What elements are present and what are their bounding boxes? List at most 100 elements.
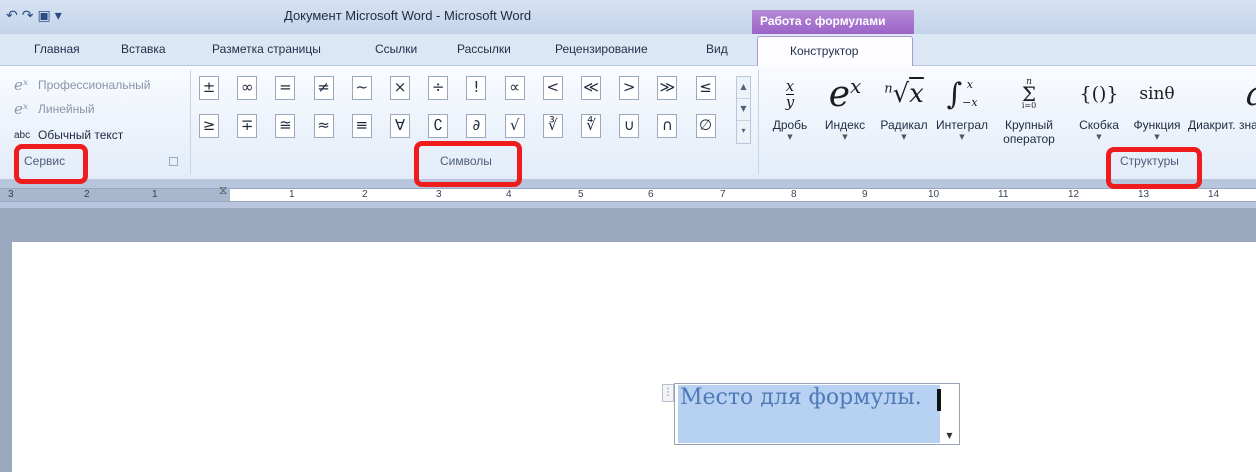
script-button[interactable]: ex Индекс ▼: [814, 72, 876, 142]
normal-text-button[interactable]: abc Обычный текст: [14, 128, 123, 142]
save-icon[interactable]: ▣: [37, 8, 50, 24]
symbol-button[interactable]: ∀: [390, 114, 410, 138]
symbol-button[interactable]: <: [542, 76, 563, 100]
equation-options-arrow-icon[interactable]: ▼: [941, 429, 958, 443]
symbol-button[interactable]: ≪: [581, 76, 601, 100]
quick-access-toolbar: ↶ ↷ ▣ ▾: [6, 6, 62, 26]
symbol-button[interactable]: >: [619, 76, 640, 100]
ruler-number: 3: [436, 189, 442, 200]
equation-handle-icon[interactable]: ⋮: [662, 384, 674, 402]
redo-icon[interactable]: ↷: [22, 8, 34, 24]
gallery-more-icon[interactable]: ▾: [737, 121, 750, 143]
window-title: Документ Microsoft Word - Microsoft Word: [284, 8, 532, 23]
equation-placeholder[interactable]: Место для формулы.: [680, 385, 922, 410]
ruler-number: 4: [506, 189, 512, 200]
professional-icon: 𝑒ˣ: [14, 76, 29, 94]
undo-icon[interactable]: ↶: [6, 8, 18, 24]
symbol-button[interactable]: ∛: [542, 114, 563, 138]
tab-design-label: Конструктор: [790, 44, 859, 58]
highlight-structures: [1106, 147, 1202, 189]
fraction-icon: xy: [785, 76, 795, 111]
radical-button[interactable]: n√x Радикал ▼: [874, 72, 934, 142]
large-operator-label: Крупный оператор: [1003, 118, 1055, 146]
professional-button[interactable]: 𝑒ˣ Профессиональный: [14, 76, 150, 94]
context-group-equation-tools: Работа с формулами: [752, 10, 914, 34]
symbol-button[interactable]: =: [275, 76, 296, 100]
fraction-label: Дробь: [772, 118, 808, 132]
script-label: Индекс: [824, 118, 866, 132]
symbol-button[interactable]: ∅: [695, 114, 716, 138]
function-icon: sinθ: [1139, 84, 1175, 104]
symbol-button[interactable]: !: [466, 76, 487, 100]
tab-mailings[interactable]: Рассылки: [457, 42, 511, 56]
dropdown-arrow-icon: ▼: [1154, 133, 1160, 141]
symbol-button[interactable]: ≡: [351, 114, 372, 138]
integral-button[interactable]: ∫ x −x Интеграл ▼: [930, 72, 994, 142]
linear-label: Линейный: [38, 102, 95, 116]
ribbon-tab-row: Главная Вставка Разметка страницы Ссылки…: [0, 34, 1256, 67]
accent-button[interactable]: a Диакрит. знак: [1188, 72, 1256, 132]
tab-references[interactable]: Ссылки: [375, 42, 417, 56]
indent-marker-icon[interactable]: ⧖: [219, 183, 227, 198]
bracket-button[interactable]: {()} Скобка ▼: [1068, 72, 1130, 142]
service-dialog-launcher-icon[interactable]: [169, 157, 178, 166]
bracket-icon: {()}: [1079, 83, 1119, 105]
symbol-button[interactable]: ∜: [581, 114, 601, 138]
dropdown-arrow-icon: ▼: [787, 133, 793, 141]
symbols-gallery-scrollbar[interactable]: ▲ ▼ ▾: [736, 76, 751, 144]
ruler-number: 2: [84, 189, 90, 200]
large-operator-button[interactable]: n Σ i=0 Крупный оператор: [994, 72, 1064, 146]
symbol-button[interactable]: ∓: [237, 114, 258, 138]
symbol-button[interactable]: ≤: [695, 76, 716, 100]
document-page[interactable]: [12, 242, 1256, 472]
document-area: [0, 208, 1256, 472]
horizontal-ruler[interactable]: ⧖ 3 2 1 1 2 3 4 5 6 7 8 9 10 11 12 13 14: [0, 180, 1256, 208]
symbol-button[interactable]: ≫: [657, 76, 678, 100]
symbol-button[interactable]: ∪: [619, 114, 640, 138]
tab-home[interactable]: Главная: [34, 42, 80, 56]
symbol-button[interactable]: ≅: [275, 114, 296, 138]
large-operator-icon: n Σ i=0: [1021, 77, 1037, 110]
symbol-button[interactable]: ∩: [657, 114, 678, 138]
symbol-button[interactable]: ∝: [504, 76, 525, 100]
function-label: Функция: [1133, 118, 1181, 132]
dropdown-arrow-icon: ▼: [959, 133, 965, 141]
symbol-button[interactable]: ≠: [313, 76, 334, 100]
symbol-button[interactable]: ~: [351, 76, 372, 100]
ruler-number: 13: [1138, 189, 1150, 200]
normal-text-label: Обычный текст: [38, 128, 124, 142]
normal-text-icon: abc: [14, 129, 31, 141]
symbol-button[interactable]: ≥: [199, 114, 219, 138]
ruler-number: 14: [1208, 189, 1220, 200]
linear-icon: 𝑒ˣ: [14, 100, 29, 118]
group-separator: [758, 70, 759, 174]
highlight-symbols: [414, 141, 522, 187]
tab-insert[interactable]: Вставка: [121, 42, 166, 56]
ruler-number: 6: [648, 189, 654, 200]
ruler-number: 1: [152, 189, 158, 200]
symbol-button[interactable]: √: [504, 114, 525, 138]
tab-page-layout[interactable]: Разметка страницы: [212, 42, 321, 56]
symbol-button[interactable]: ×: [390, 76, 410, 100]
scroll-down-icon[interactable]: ▼: [737, 99, 750, 121]
symbol-button[interactable]: ∁: [428, 114, 449, 138]
symbol-button[interactable]: ±: [199, 76, 219, 100]
dropdown-arrow-icon: ▼: [901, 133, 907, 141]
tab-design[interactable]: Конструктор: [757, 36, 913, 67]
function-button[interactable]: sinθ Функция ▼: [1126, 72, 1188, 142]
ruler-number: 3: [8, 189, 14, 200]
symbol-button[interactable]: ∞: [237, 76, 258, 100]
scroll-up-icon[interactable]: ▲: [737, 77, 750, 99]
tab-review[interactable]: Рецензирование: [555, 42, 648, 56]
linear-button[interactable]: 𝑒ˣ Линейный: [14, 100, 95, 118]
customize-icon[interactable]: ▾: [55, 8, 62, 24]
symbol-button[interactable]: ≈: [313, 114, 334, 138]
symbol-button[interactable]: ÷: [428, 76, 449, 100]
fraction-button[interactable]: xy Дробь ▼: [760, 72, 820, 142]
accent-label: Диакрит. знак: [1188, 118, 1256, 132]
symbol-button[interactable]: ∂: [466, 114, 487, 138]
integral-label: Интеграл: [935, 118, 988, 132]
tab-view[interactable]: Вид: [706, 42, 728, 56]
symbols-gallery: ± ∞ = ≠ ~ × ÷! ∝ < ≪ > ≫ ≤ ≥ ∓ ≅ ≈ ≡ ∀ ∁ ∂ √ ∛ ∜ ∪ ∩ ∅: [199, 76, 735, 144]
ruler-number: 12: [1068, 189, 1080, 200]
